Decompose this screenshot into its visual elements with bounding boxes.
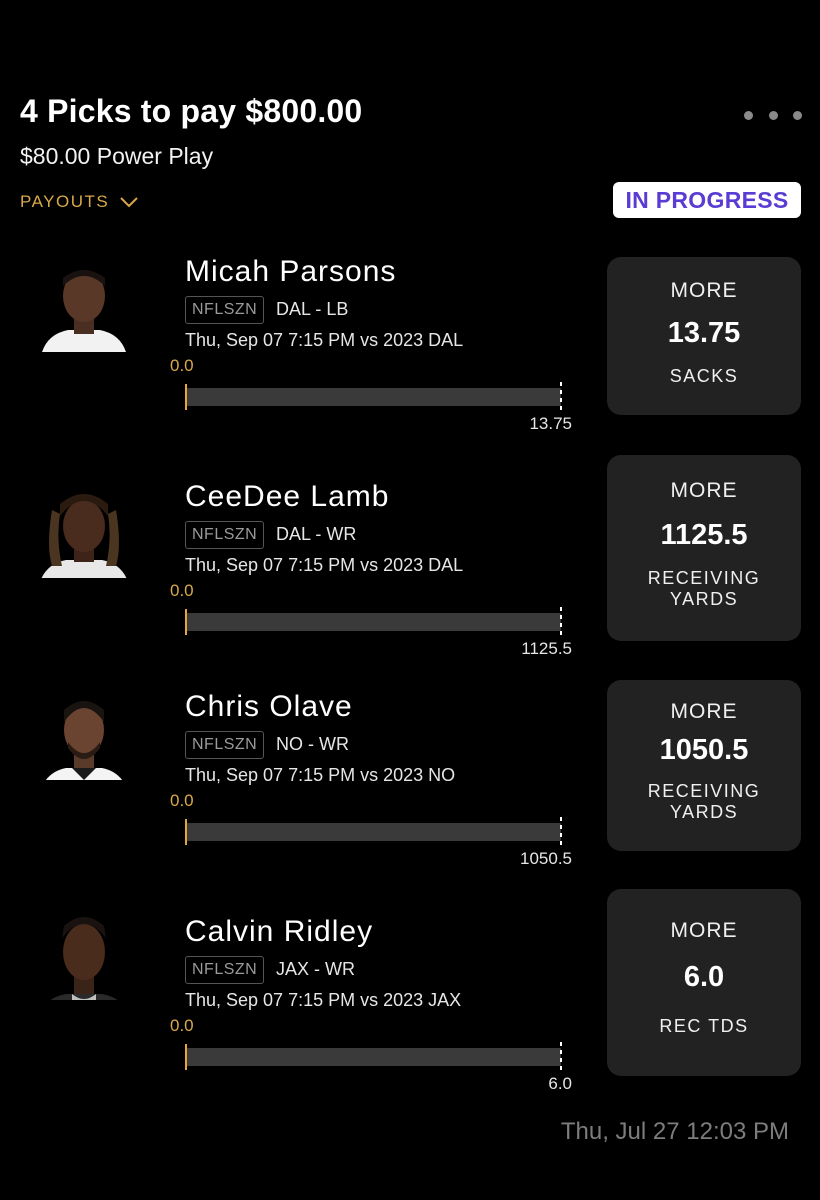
pick-direction: MORE [670, 479, 738, 502]
team-position: DAL - WR [276, 524, 357, 544]
player-name: CeeDee Lamb [185, 480, 390, 513]
player-name: Calvin Ridley [185, 915, 374, 948]
game-info: Thu, Sep 07 7:15 PM vs 2023 DAL [185, 555, 464, 575]
player-name: Chris Olave [185, 690, 353, 723]
team-position: JAX - WR [276, 959, 355, 979]
projection-line: 6.0 [683, 961, 725, 993]
projection-card[interactable]: MORE 6.0 REC TDS [607, 889, 801, 1076]
progress-current-value: 0.0 [170, 356, 194, 375]
league-tag: NFLSZN [185, 521, 265, 549]
projection-line: 1050.5 [659, 734, 749, 766]
progress-bar [185, 819, 561, 845]
progress-target-value: 6.0 [548, 1074, 572, 1093]
page-title: 4 Picks to pay $800.00 [20, 93, 363, 129]
progress-current-value: 0.0 [170, 581, 194, 600]
progress-target-value: 13.75 [529, 414, 572, 433]
league-tag: NFLSZN [185, 296, 265, 324]
game-info: Thu, Sep 07 7:15 PM vs 2023 JAX [185, 990, 462, 1010]
chevron-down-icon [120, 197, 138, 208]
target-marker [560, 607, 562, 637]
player-avatar [38, 908, 130, 1000]
payouts-label: PAYOUTS [20, 192, 110, 211]
progress-bar [185, 609, 561, 635]
progress-fill [185, 1044, 187, 1070]
league-tag: NFLSZN [185, 731, 265, 759]
payouts-toggle[interactable]: PAYOUTS [20, 192, 139, 212]
player-avatar [38, 486, 130, 578]
stat-type: REC TDS [659, 1016, 749, 1036]
game-info: Thu, Sep 07 7:15 PM vs 2023 NO [185, 765, 456, 785]
league-tag: NFLSZN [185, 956, 265, 984]
pick-direction: MORE [670, 919, 738, 942]
stat-type: SACKS [669, 366, 739, 386]
more-dots-icon [744, 111, 753, 120]
progress-current-value: 0.0 [170, 1016, 194, 1035]
pick-direction: MORE [670, 700, 738, 723]
timestamp: Thu, Jul 27 12:03 PM [560, 1118, 789, 1145]
progress-current-value: 0.0 [170, 791, 194, 810]
target-marker [560, 382, 562, 412]
progress-bar [185, 1044, 561, 1070]
game-info: Thu, Sep 07 7:15 PM vs 2023 DAL [185, 330, 464, 350]
target-marker [560, 817, 562, 847]
progress-fill [185, 819, 187, 845]
progress-target-value: 1125.5 [521, 639, 572, 658]
projection-card[interactable]: MORE 1125.5 RECEIVING YARDS [607, 455, 801, 641]
player-avatar [38, 260, 130, 352]
projection-line: 1125.5 [660, 519, 748, 551]
status-badge: IN PROGRESS [613, 182, 801, 218]
progress-fill [185, 384, 187, 410]
stat-type: RECEIVING YARDS [647, 781, 761, 822]
pick-direction: MORE [670, 279, 738, 302]
player-avatar [38, 688, 130, 780]
projection-card[interactable]: MORE 13.75 SACKS [607, 257, 801, 415]
target-marker [560, 1042, 562, 1072]
progress-target-value: 1050.5 [520, 849, 572, 868]
projection-card[interactable]: MORE 1050.5 RECEIVING YARDS [607, 680, 801, 851]
entry-subtitle: $80.00 Power Play [20, 143, 214, 169]
team-position: DAL - LB [276, 299, 349, 319]
stat-type: RECEIVING YARDS [647, 568, 761, 609]
player-name: Micah Parsons [185, 255, 397, 288]
team-position: NO - WR [276, 734, 349, 754]
progress-fill [185, 609, 187, 635]
more-options-button[interactable] [744, 111, 802, 121]
projection-line: 13.75 [667, 317, 741, 349]
progress-bar [185, 384, 561, 410]
